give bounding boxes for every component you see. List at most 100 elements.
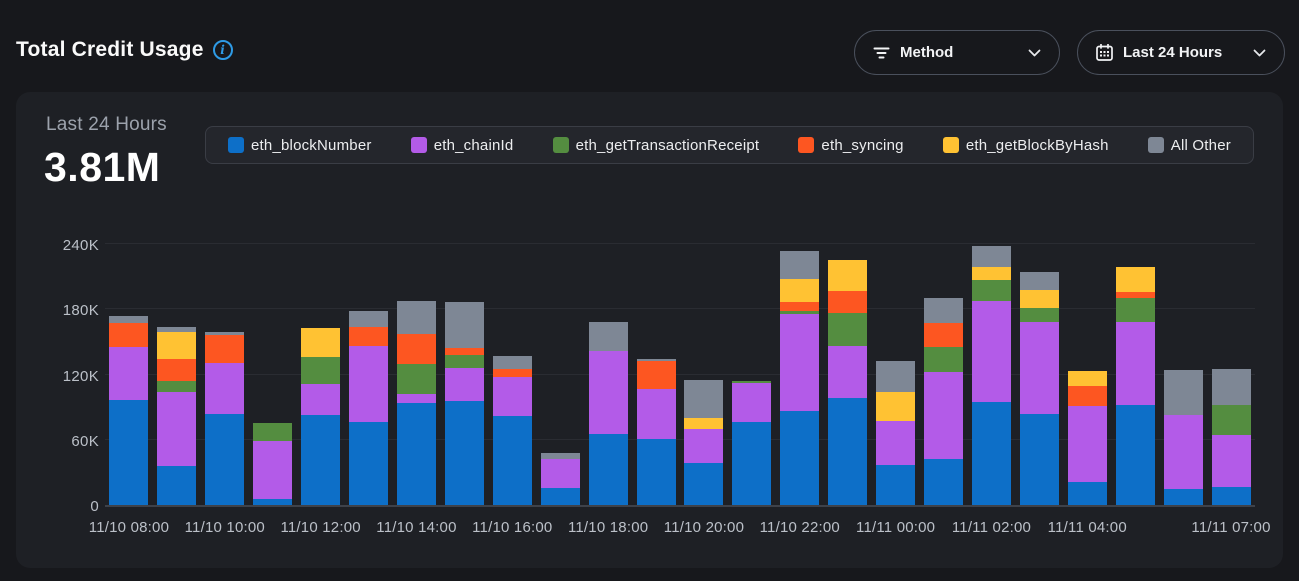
bar-segment[interactable] <box>397 301 436 335</box>
bar-segment[interactable] <box>684 463 723 505</box>
bar-segment[interactable] <box>1212 405 1251 435</box>
bar-segment[interactable] <box>780 279 819 302</box>
bar-segment[interactable] <box>924 459 963 505</box>
bar-segment[interactable] <box>157 359 196 381</box>
bar-segment[interactable] <box>1020 308 1059 322</box>
bar-segment[interactable] <box>924 298 963 323</box>
bar-segment[interactable] <box>684 380 723 418</box>
bar-segment[interactable] <box>684 429 723 463</box>
bar-segment[interactable] <box>397 394 436 403</box>
bar-segment[interactable] <box>157 332 196 359</box>
bar-segment[interactable] <box>780 411 819 505</box>
bar-segment[interactable] <box>493 377 532 416</box>
bar-segment[interactable] <box>541 459 580 487</box>
bar-segment[interactable] <box>876 465 915 505</box>
bar-segment[interactable] <box>1020 414 1059 505</box>
bar-segment[interactable] <box>1020 272 1059 289</box>
bar-segment[interactable] <box>876 361 915 391</box>
bar-segment[interactable] <box>1116 292 1155 299</box>
bar-segment[interactable] <box>924 323 963 347</box>
bar-segment[interactable] <box>828 291 867 313</box>
bar-segment[interactable] <box>637 359 676 361</box>
bar-segment[interactable] <box>1116 322 1155 405</box>
bar-segment[interactable] <box>732 422 771 505</box>
bar-segment[interactable] <box>1164 415 1203 489</box>
bar-segment[interactable] <box>1116 405 1155 505</box>
bar-segment[interactable] <box>109 400 148 505</box>
bar-segment[interactable] <box>1116 267 1155 292</box>
bar-segment[interactable] <box>205 335 244 362</box>
bar-segment[interactable] <box>445 302 484 349</box>
legend-item[interactable]: eth_blockNumber <box>228 137 372 154</box>
bar-segment[interactable] <box>1068 371 1107 386</box>
bar-segment[interactable] <box>157 392 196 466</box>
bar-segment[interactable] <box>972 402 1011 505</box>
bar-segment[interactable] <box>1068 386 1107 406</box>
bar-segment[interactable] <box>349 346 388 422</box>
bar-segment[interactable] <box>589 351 628 435</box>
bar-segment[interactable] <box>972 280 1011 301</box>
bar-segment[interactable] <box>972 246 1011 267</box>
bar-segment[interactable] <box>157 327 196 332</box>
bar-segment[interactable] <box>637 439 676 505</box>
bar-segment[interactable] <box>589 322 628 350</box>
bar-segment[interactable] <box>780 314 819 412</box>
bar-segment[interactable] <box>1212 435 1251 486</box>
bar-segment[interactable] <box>349 311 388 326</box>
bar-segment[interactable] <box>780 302 819 312</box>
bar-segment[interactable] <box>349 327 388 347</box>
bar-segment[interactable] <box>1068 482 1107 505</box>
bar-segment[interactable] <box>301 357 340 384</box>
bar-segment[interactable] <box>1020 322 1059 413</box>
bar-segment[interactable] <box>205 414 244 505</box>
bar-segment[interactable] <box>1164 370 1203 415</box>
date-range-dropdown[interactable]: Last 24 Hours <box>1077 30 1285 75</box>
bar-segment[interactable] <box>1068 406 1107 482</box>
bar-segment[interactable] <box>876 421 915 465</box>
bar-segment[interactable] <box>397 403 436 505</box>
bar-segment[interactable] <box>780 251 819 279</box>
bar-segment[interactable] <box>301 328 340 357</box>
legend-item[interactable]: eth_getBlockByHash <box>943 137 1109 154</box>
bar-segment[interactable] <box>732 381 771 383</box>
bar-segment[interactable] <box>541 453 580 460</box>
bar-segment[interactable] <box>301 384 340 414</box>
bar-segment[interactable] <box>972 267 1011 280</box>
bar-segment[interactable] <box>397 334 436 363</box>
bar-segment[interactable] <box>493 356 532 369</box>
bar-segment[interactable] <box>924 347 963 372</box>
bar-segment[interactable] <box>589 434 628 505</box>
bar-segment[interactable] <box>1020 290 1059 308</box>
bar-segment[interactable] <box>445 348 484 355</box>
bar-segment[interactable] <box>349 422 388 505</box>
bar-segment[interactable] <box>109 323 148 347</box>
bar-segment[interactable] <box>253 423 292 441</box>
bar-segment[interactable] <box>1116 298 1155 322</box>
bar-segment[interactable] <box>493 369 532 377</box>
bar-segment[interactable] <box>876 392 915 421</box>
bar-segment[interactable] <box>253 441 292 499</box>
bar-segment[interactable] <box>924 372 963 459</box>
bar-segment[interactable] <box>157 381 196 392</box>
bar-segment[interactable] <box>684 418 723 429</box>
method-filter-dropdown[interactable]: Method <box>854 30 1060 75</box>
bar-segment[interactable] <box>637 361 676 388</box>
bar-segment[interactable] <box>445 355 484 368</box>
bar-segment[interactable] <box>205 363 244 414</box>
bar-segment[interactable] <box>157 466 196 505</box>
info-icon[interactable]: i <box>213 40 233 60</box>
bar-segment[interactable] <box>828 398 867 505</box>
bar-segment[interactable] <box>445 368 484 401</box>
bar-segment[interactable] <box>109 316 148 324</box>
legend-item[interactable]: eth_syncing <box>798 137 903 154</box>
bar-segment[interactable] <box>301 415 340 505</box>
bar-segment[interactable] <box>972 301 1011 402</box>
bar-segment[interactable] <box>828 313 867 347</box>
bar-segment[interactable] <box>445 401 484 505</box>
bar-segment[interactable] <box>1164 489 1203 505</box>
bar-segment[interactable] <box>109 347 148 399</box>
bar-segment[interactable] <box>828 260 867 290</box>
bar-segment[interactable] <box>205 332 244 335</box>
legend-item[interactable]: eth_getTransactionReceipt <box>553 137 760 154</box>
bar-segment[interactable] <box>253 499 292 505</box>
